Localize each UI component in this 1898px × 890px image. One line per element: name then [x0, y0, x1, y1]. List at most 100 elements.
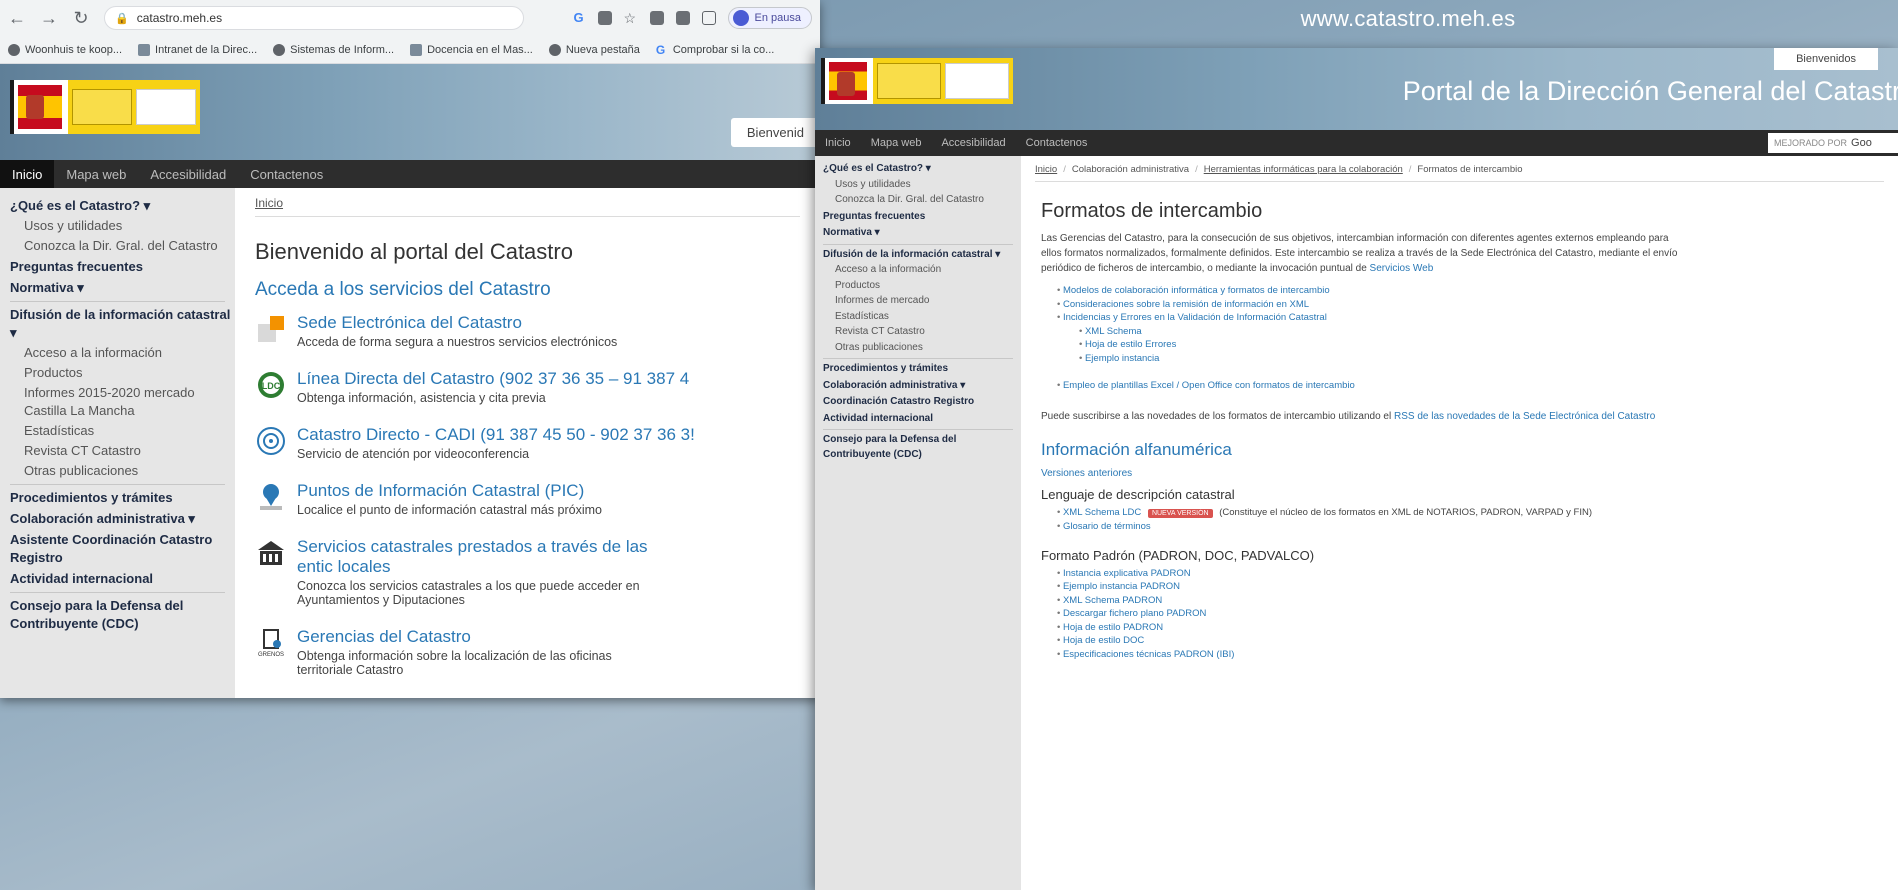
sidebar-subitem[interactable]: Revista CT Catastro [823, 325, 1021, 340]
sidebar-subitem[interactable]: Usos y utilidades [10, 217, 235, 235]
service-title-link[interactable]: Catastro Directo - CADI (91 387 45 50 - … [297, 425, 695, 445]
intercambio-link[interactable]: Ejemplo instancia [1057, 352, 1884, 366]
service-item[interactable]: Catastro Directo - CADI (91 387 45 50 - … [255, 425, 800, 461]
padron-link[interactable]: Instancia explicativa PADRON [1057, 567, 1884, 581]
padron-link[interactable]: XML Schema PADRON [1057, 594, 1884, 608]
xml-schema-ldc-link[interactable]: XML Schema LDC [1063, 507, 1141, 518]
service-title-link[interactable]: Servicios catastrales prestados a través… [297, 537, 657, 577]
sidebar-item[interactable]: Coordinación Catastro Registro [823, 395, 1021, 410]
nav-item-contactenos[interactable]: Contactenos [1016, 137, 1098, 149]
intercambio-link[interactable]: Consideraciones sobre la remisión de inf… [1057, 298, 1884, 312]
sidebar-item[interactable]: Procedimientos y trámites [823, 362, 1021, 377]
sidebar-subitem[interactable]: Revista CT Catastro [10, 442, 235, 460]
sidebar-subitem[interactable]: Informes de mercado [823, 294, 1021, 309]
sidebar-item[interactable]: Actividad internacional [10, 570, 235, 588]
rss-link[interactable]: RSS de las novedades de la Sede Electrón… [1394, 411, 1655, 422]
search-input[interactable]: MEJORADO POR Goo [1768, 133, 1898, 153]
sidebar-item[interactable]: Consejo para la Defensa del Contribuyent… [10, 597, 235, 633]
sidebar-item[interactable]: Actividad internacional [823, 412, 1021, 427]
nav-item-mapa-web[interactable]: Mapa web [861, 137, 932, 149]
sidebar-subitem[interactable]: Estadísticas [823, 310, 1021, 325]
padron-link[interactable]: Descargar fichero plano PADRON [1057, 607, 1884, 621]
forward-icon[interactable]: → [40, 8, 58, 29]
google-icon[interactable]: G [572, 11, 586, 25]
welcome-tab[interactable]: Bienvenid [730, 118, 820, 147]
intercambio-link[interactable]: Incidencias y Errores en la Validación d… [1057, 311, 1884, 325]
nav-item-accesibilidad[interactable]: Accesibilidad [138, 160, 238, 188]
sidebar-subitem[interactable]: Informes 2015-2020 mercado Castilla La M… [10, 384, 235, 420]
padron-link[interactable]: Hoja de estilo DOC [1057, 634, 1884, 648]
service-title-link[interactable]: Gerencias del Catastro [297, 627, 657, 647]
government-logo[interactable] [10, 80, 200, 134]
service-title-link[interactable]: Sede Electrónica del Catastro [297, 313, 617, 333]
sidebar-item[interactable]: Normativa ▾ [10, 279, 235, 297]
padron-link[interactable]: Ejemplo instancia PADRON [1057, 580, 1884, 594]
intercambio-link[interactable]: Hoja de estilo Errores [1057, 338, 1884, 352]
padron-link[interactable]: Especificaciones técnicas PADRON (IBI) [1057, 648, 1884, 662]
web-services-link[interactable]: Servicios Web [1370, 263, 1434, 274]
sidebar-item[interactable]: Difusión de la información catastral ▾ [823, 248, 1021, 263]
share-icon[interactable] [597, 11, 612, 25]
service-title-link[interactable]: Línea Directa del Catastro (902 37 36 35… [297, 369, 689, 389]
bookmark-item[interactable]: G Comprobar si la co... [656, 44, 774, 56]
sidebar-item[interactable]: Preguntas frecuentes [10, 258, 235, 276]
service-title-link[interactable]: Puntos de Información Catastral (PIC) [297, 481, 602, 501]
ldc-links: XML Schema LDC NUEVA VERSIÓN (Constituye… [1057, 506, 1884, 534]
breadcrumb[interactable]: Inicio [255, 196, 800, 210]
nav-item-mapa-web[interactable]: Mapa web [54, 160, 138, 188]
profile-paused-button[interactable]: En pausa [727, 7, 812, 29]
sidebar-subitem[interactable]: Usos y utilidades [823, 178, 1021, 193]
sidebar-item[interactable]: Asistente Coordinación Catastro Registro [10, 531, 235, 567]
sidebar-subitem[interactable]: Productos [823, 279, 1021, 294]
nav-item-inicio[interactable]: Inicio [815, 137, 861, 149]
puzzle-icon[interactable] [675, 11, 690, 25]
nav-item-contactenos[interactable]: Contactenos [238, 160, 335, 188]
service-item[interactable]: LDC Línea Directa del Catastro (902 37 36… [255, 369, 800, 405]
nav-item-inicio[interactable]: Inicio [0, 160, 55, 188]
sidebar-subitem[interactable]: Conozca la Dir. Gral. del Catastro [823, 193, 1021, 208]
breadcrumb-item[interactable]: Inicio [1035, 164, 1057, 175]
reload-icon[interactable]: ↻ [72, 8, 90, 29]
sidebar-item[interactable]: ¿Qué es el Catastro? ▾ [823, 162, 1021, 177]
star-icon[interactable]: ☆ [624, 11, 638, 25]
government-logo[interactable] [821, 58, 1013, 104]
sidebar-item[interactable]: Colaboración administrativa ▾ [10, 510, 235, 528]
sidebar-subitem[interactable]: Otras publicaciones [823, 341, 1021, 356]
sidebar-subitem[interactable]: Estadísticas [10, 422, 235, 440]
extension-icon[interactable] [649, 11, 664, 25]
sidebar-item[interactable]: ¿Qué es el Catastro? ▾ [10, 197, 235, 215]
intercambio-link[interactable]: XML Schema [1057, 325, 1884, 339]
sidebar-item[interactable]: Normativa ▾ [823, 226, 1021, 241]
sidepanel-icon[interactable] [701, 11, 716, 25]
breadcrumb-item[interactable]: Herramientas informáticas para la colabo… [1204, 164, 1403, 175]
sidebar-subitem[interactable]: Acceso a la información [823, 263, 1021, 278]
address-bar[interactable]: 🔒 catastro.meh.es [104, 6, 524, 30]
breadcrumb-item[interactable]: Colaboración administrativa [1072, 164, 1189, 175]
intercambio-link[interactable]: Modelos de colaboración informática y fo… [1057, 284, 1884, 298]
service-item[interactable]: Servicios catastrales prestados a través… [255, 537, 800, 607]
service-item[interactable]: Puntos de Información Catastral (PIC) Loc… [255, 481, 800, 517]
sidebar-subitem[interactable]: Acceso a la información [10, 344, 235, 362]
welcome-tab[interactable]: Bienvenidos [1774, 48, 1878, 70]
previous-versions-link[interactable]: Versiones anteriores [1041, 468, 1884, 479]
sidebar-item[interactable]: Preguntas frecuentes [823, 210, 1021, 225]
bookmark-item[interactable]: Nueva pestaña [548, 43, 640, 56]
sidebar-item[interactable]: Difusión de la información catastral ▾ [10, 306, 235, 342]
back-icon[interactable]: ← [8, 8, 26, 29]
service-item[interactable]: Sede Electrónica del Catastro Acceda de f… [255, 313, 800, 349]
excel-templates-link[interactable]: Empleo de plantillas Excel / Open Office… [1057, 379, 1884, 393]
padron-link[interactable]: Hoja de estilo PADRON [1057, 621, 1884, 635]
sidebar-subitem[interactable]: Otras publicaciones [10, 462, 235, 480]
sidebar-item[interactable]: Procedimientos y trámites [10, 489, 235, 507]
bookmark-item[interactable]: Sistemas de Inform... [273, 43, 394, 56]
sidebar-subitem[interactable]: Productos [10, 364, 235, 382]
sidebar-item[interactable]: Colaboración administrativa ▾ [823, 379, 1021, 394]
nav-item-accesibilidad[interactable]: Accesibilidad [931, 137, 1015, 149]
sidebar-subitem[interactable]: Conozca la Dir. Gral. del Catastro [10, 237, 235, 255]
sidebar-item[interactable]: Consejo para la Defensa del Contribuyent… [823, 433, 1021, 462]
bookmark-item[interactable]: Docencia en el Mas... [410, 43, 533, 56]
bookmark-item[interactable]: Intranet de la Direc... [138, 43, 257, 56]
glosario-link[interactable]: Glosario de términos [1057, 520, 1884, 534]
service-item[interactable]: GRENOS Gerencias del Catastro Obtenga info… [255, 627, 800, 677]
bookmark-item[interactable]: Woonhuis te koop... [8, 43, 122, 56]
